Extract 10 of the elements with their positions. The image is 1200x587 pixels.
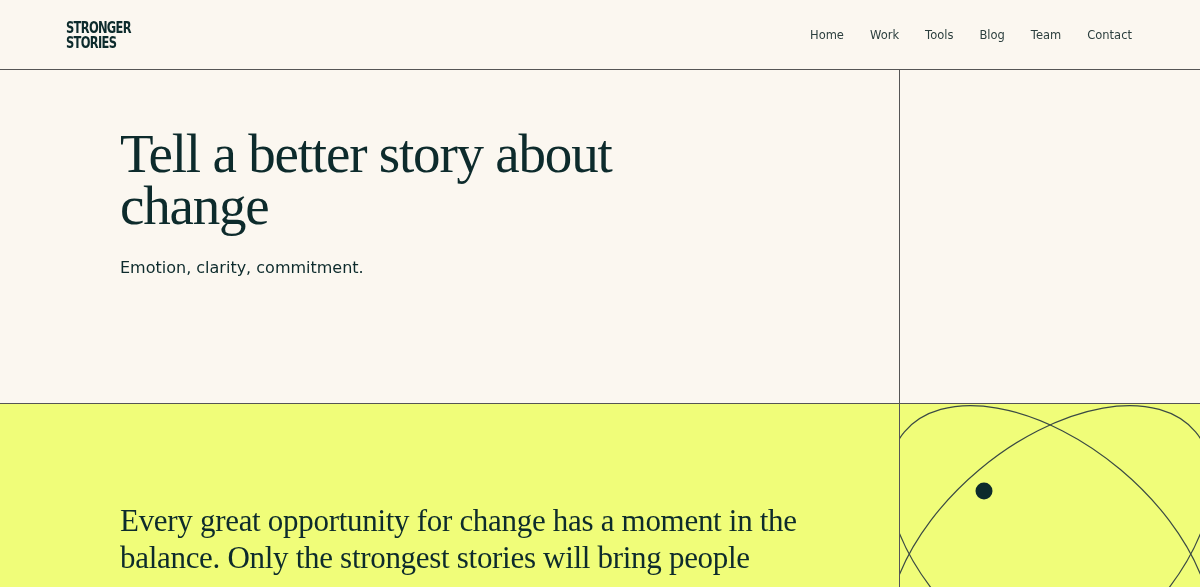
nav-link[interactable]: Team xyxy=(1030,27,1062,42)
headline: Tell a better story about change xyxy=(120,128,614,238)
intro-paragraph: Every great opportunity for change has a moment in the balance. Only the strongest stories will bring people xyxy=(120,502,798,576)
subtitle: Emotion, clarity, commitment. xyxy=(120,258,365,277)
nav-link[interactable]: Home xyxy=(810,27,844,42)
logo[interactable]: STRONGER STORIES xyxy=(66,18,131,51)
nav-link[interactable]: Contact xyxy=(1087,27,1132,42)
nav-link[interactable]: Tools xyxy=(925,27,954,42)
nav-link[interactable]: Blog xyxy=(979,27,1005,42)
nav-link[interactable]: Work xyxy=(869,27,900,42)
